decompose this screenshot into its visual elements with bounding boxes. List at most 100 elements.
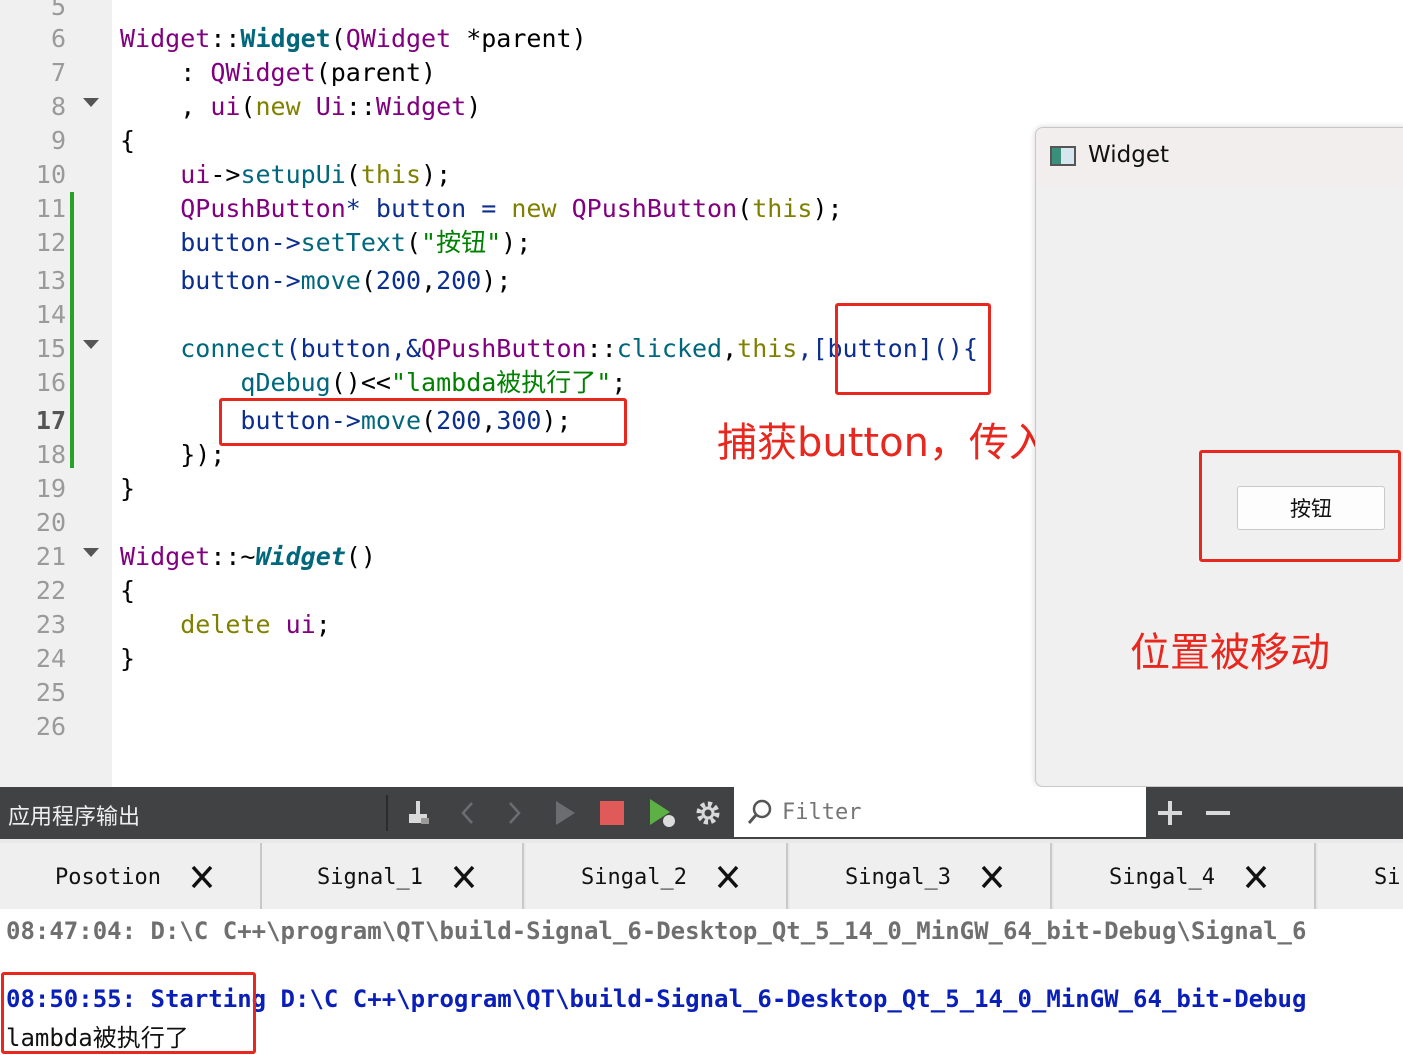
token: QPushButton bbox=[421, 334, 587, 363]
button-highlight-box bbox=[1199, 450, 1401, 562]
line-number: 15 bbox=[35, 334, 66, 363]
token: QWidget bbox=[210, 58, 316, 87]
line-number: 18 bbox=[35, 440, 66, 469]
tab-singal-4[interactable]: Singal_4 bbox=[1054, 843, 1316, 909]
token: ( bbox=[240, 92, 256, 121]
code-line-24: } bbox=[120, 642, 135, 676]
line-number: 5 bbox=[50, 0, 66, 21]
token: :: bbox=[210, 24, 241, 53]
token: this bbox=[360, 160, 422, 189]
gear-icon[interactable] bbox=[692, 797, 724, 829]
next-icon[interactable] bbox=[498, 797, 530, 829]
token: , bbox=[722, 334, 738, 363]
code-line-6: Widget::Widget(QWidget *parent) bbox=[120, 22, 587, 56]
token: (button,& bbox=[285, 334, 422, 363]
token: ); bbox=[421, 160, 452, 189]
tab-signal-partial[interactable]: Si bbox=[1318, 843, 1403, 909]
token: { bbox=[120, 576, 136, 605]
fold-arrow-icon[interactable] bbox=[83, 340, 99, 349]
filter-box[interactable] bbox=[734, 787, 1146, 837]
code-line-13: button->move(200,200); bbox=[120, 264, 511, 298]
window-title: Widget bbox=[1088, 142, 1169, 168]
token: QPushButton bbox=[571, 194, 738, 223]
minus-icon[interactable] bbox=[1202, 797, 1234, 829]
code-line-21: Widget::~Widget() bbox=[120, 540, 376, 574]
close-icon[interactable] bbox=[188, 863, 216, 891]
output-text: Starting D:\C C++\program\QT\build-Signa… bbox=[150, 985, 1307, 1013]
token: ~ bbox=[240, 542, 256, 571]
output-timestamp: 08:47:04: bbox=[6, 917, 151, 945]
debug-run-icon[interactable] bbox=[646, 797, 678, 829]
token: connect bbox=[180, 334, 286, 363]
token: ()<< bbox=[330, 368, 391, 397]
plus-icon[interactable] bbox=[1154, 797, 1186, 829]
token: Widget bbox=[375, 92, 467, 121]
close-icon[interactable] bbox=[978, 863, 1006, 891]
token: :: bbox=[345, 92, 376, 121]
window-icon bbox=[1050, 146, 1076, 166]
token: ui bbox=[180, 160, 211, 189]
toolbar-divider bbox=[386, 795, 388, 831]
clear-icon[interactable] bbox=[402, 797, 434, 829]
line-number: 23 bbox=[35, 610, 66, 639]
code-line-10: ui->setupUi(this); bbox=[120, 158, 451, 192]
code-line-22: { bbox=[120, 574, 135, 608]
run-icon[interactable] bbox=[548, 797, 580, 829]
token: QWidget bbox=[345, 24, 452, 53]
code-line-8: , ui(new Ui::Widget) bbox=[120, 90, 481, 124]
modified-lines-marker bbox=[70, 192, 74, 468]
code-line-7: : QWidget(parent) bbox=[120, 56, 436, 90]
token: button-> bbox=[120, 266, 301, 295]
line-number-gutter: 5 6 7 8 9 10 11 12 13 14 15 16 17 18 19 … bbox=[0, 0, 112, 787]
tab-signal-1[interactable]: Signal_1 bbox=[262, 843, 524, 909]
line-number: 26 bbox=[35, 712, 66, 741]
token: :: bbox=[586, 334, 617, 363]
search-icon bbox=[746, 797, 776, 831]
stop-icon[interactable] bbox=[596, 797, 628, 829]
token: ui bbox=[210, 92, 241, 121]
token: new bbox=[255, 92, 301, 121]
tab-singal-2[interactable]: Singal_2 bbox=[526, 843, 788, 909]
fold-arrow-icon[interactable] bbox=[83, 548, 99, 557]
token: new bbox=[511, 194, 557, 223]
token: delete bbox=[180, 610, 271, 639]
tab-posotion[interactable]: Posotion bbox=[0, 843, 262, 909]
prev-icon[interactable] bbox=[452, 797, 484, 829]
token: ( bbox=[737, 194, 753, 223]
token: setText bbox=[300, 228, 406, 257]
close-icon[interactable] bbox=[450, 863, 478, 891]
token: "按钮" bbox=[421, 228, 502, 257]
line-number: 9 bbox=[50, 126, 66, 155]
line-number: 16 bbox=[35, 368, 66, 397]
line-number: 6 bbox=[50, 24, 66, 53]
window-titlebar[interactable]: Widget bbox=[1036, 128, 1403, 186]
token: :: bbox=[210, 542, 241, 571]
filter-input[interactable] bbox=[780, 795, 1134, 829]
code-line-23: delete ui; bbox=[120, 608, 331, 642]
token: ( bbox=[405, 228, 422, 257]
token: -> bbox=[210, 160, 241, 189]
close-icon[interactable] bbox=[714, 863, 742, 891]
tab-singal-3[interactable]: Singal_3 bbox=[790, 843, 1052, 909]
token: this bbox=[752, 194, 813, 223]
token: } bbox=[120, 474, 136, 503]
line-number: 7 bbox=[50, 58, 66, 87]
tab-label: Singal_4 bbox=[1109, 865, 1215, 890]
fold-arrow-icon[interactable] bbox=[83, 98, 99, 107]
line-number: 13 bbox=[35, 266, 66, 295]
close-icon[interactable] bbox=[1242, 863, 1270, 891]
token: move bbox=[300, 266, 361, 295]
token: { bbox=[120, 126, 136, 155]
move-call-highlight-box bbox=[219, 398, 627, 446]
line-number-current: 17 bbox=[35, 406, 66, 435]
token: setupUi bbox=[240, 160, 346, 189]
token: ; bbox=[611, 368, 627, 397]
token: Widget bbox=[120, 542, 211, 571]
token: Widget bbox=[255, 542, 346, 571]
